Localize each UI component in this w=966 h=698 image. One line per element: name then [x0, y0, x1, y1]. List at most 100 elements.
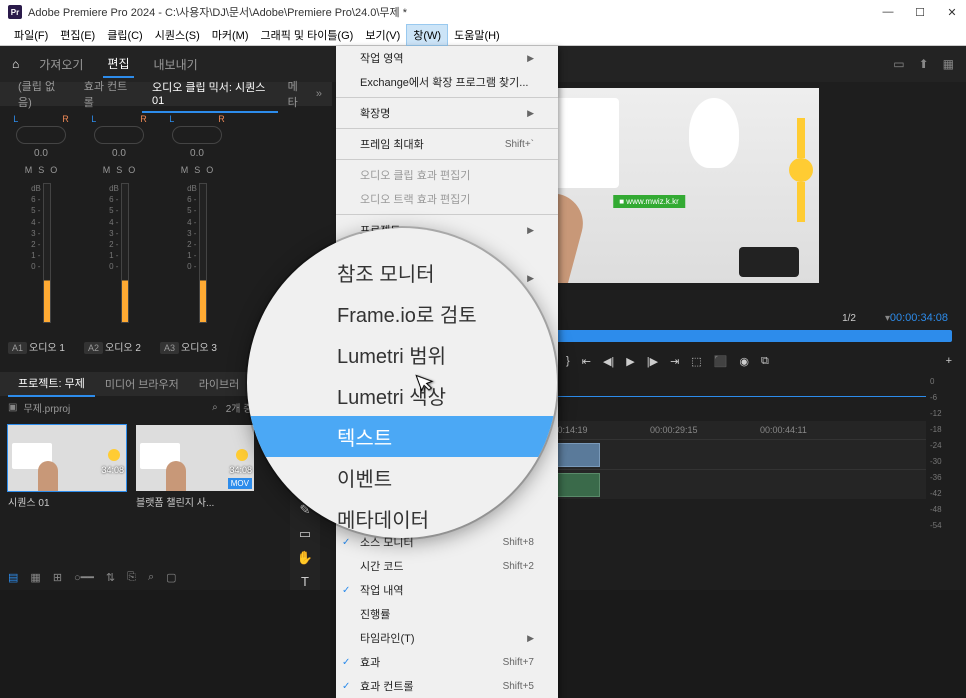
menu-4[interactable]: 마커(M)	[206, 25, 255, 45]
db-mark: -54	[930, 518, 962, 534]
step-back-icon[interactable]: ◀|	[603, 355, 614, 368]
magnified-item-4[interactable]: 텍스트	[247, 416, 557, 457]
type-tool-icon[interactable]: T	[301, 574, 309, 589]
menu-item-27[interactable]: 타임라인(T)▶	[336, 626, 558, 650]
freeform-view-icon[interactable]: ⊞	[53, 571, 62, 584]
step-fwd-icon[interactable]: |▶	[647, 355, 658, 368]
preview-badge: ■ www.mwiz.k.kr	[613, 195, 685, 208]
export-frame-icon[interactable]: ◉	[739, 355, 749, 368]
menu-separator	[336, 214, 558, 215]
menu-separator	[336, 159, 558, 160]
go-in-icon[interactable]: ⇤	[582, 355, 591, 368]
db-mark: -12	[930, 406, 962, 422]
menu-6[interactable]: 보기(V)	[359, 25, 406, 45]
db-mark: -18	[930, 422, 962, 438]
db-mark: -42	[930, 486, 962, 502]
menubar: 파일(F)편집(E)클립(C)시퀀스(S)마커(M)그래픽 및 타이틀(G)보기…	[0, 24, 966, 46]
menu-0[interactable]: 파일(F)	[8, 25, 54, 45]
menu-item-1[interactable]: Exchange에서 확장 프로그램 찾기...	[336, 70, 558, 94]
panel-menu-icon[interactable]: »	[316, 88, 332, 100]
channel-name-2: A3오디오 3	[160, 339, 232, 354]
maximize-button[interactable]: ☐	[914, 6, 926, 19]
tab-project[interactable]: 프로젝트: 무제	[8, 371, 95, 397]
bin-icon: ▣	[8, 402, 17, 413]
menu-item-25[interactable]: ✓작업 내역	[336, 578, 558, 602]
db-mark: 0	[930, 374, 962, 390]
ruler-tick: 00:00:44:11	[760, 425, 807, 435]
window-title: Adobe Premiere Pro 2024 - C:\사용자\DJ\문서\A…	[28, 4, 407, 20]
master-meter: 0-6-12-18-24-30-36-42-48-54	[926, 370, 966, 538]
compare-icon[interactable]: ⧉	[761, 355, 769, 368]
sort-icon[interactable]: ⇅	[106, 571, 115, 584]
automate-icon[interactable]: ⎘	[127, 571, 136, 584]
tab-media-browser[interactable]: 미디어 브라우저	[95, 372, 189, 396]
menu-3[interactable]: 시퀀스(S)	[149, 25, 206, 45]
minimize-button[interactable]: —	[882, 6, 894, 19]
go-out-icon[interactable]: ⇥	[670, 355, 679, 368]
ruler-tick: 00:00:29:15	[650, 425, 698, 435]
project-clip-0[interactable]: 34:08 시퀀스 01	[8, 425, 126, 512]
channel-name-1: A2오디오 2	[84, 339, 156, 354]
extract-icon[interactable]: ⬛	[714, 355, 728, 368]
zoom-level[interactable]: 1/2	[842, 313, 856, 324]
menu-1[interactable]: 편집(E)	[54, 25, 101, 45]
menu-separator	[336, 128, 558, 129]
menu-7[interactable]: 창(W)	[406, 24, 448, 46]
magnified-item-3[interactable]: Lumetri 색상	[247, 375, 557, 416]
db-mark: -24	[930, 438, 962, 454]
menu-item-3[interactable]: 확장명▶	[336, 101, 558, 125]
db-mark: -48	[930, 502, 962, 518]
menu-item-29[interactable]: ✓효과 컨트롤Shift+5	[336, 674, 558, 698]
magnified-item-0[interactable]: 참조 모니터	[247, 252, 557, 293]
magnifier-overlay: 참조 모니터Frame.io로 검토Lumetri 범위Lumetri 색상텍스…	[247, 228, 557, 538]
home-icon[interactable]: ⌂	[12, 57, 19, 71]
new-bin-icon[interactable]: ▢	[166, 571, 176, 584]
project-clip-1[interactable]: 34:08 MOV 블랫폼 챌린지 사...	[136, 425, 254, 512]
search-icon[interactable]: ⌕	[212, 402, 218, 413]
menu-item-8: 오디오 트랙 효과 편집기	[336, 187, 558, 211]
menu-item-28[interactable]: ✓효과Shift+7	[336, 650, 558, 674]
workspace-icon[interactable]: ▦	[943, 57, 954, 71]
menu-item-0[interactable]: 작업 영역▶	[336, 46, 558, 70]
menu-5[interactable]: 그래픽 및 타이틀(G)	[254, 25, 359, 45]
tab-libraries[interactable]: 라이브러	[189, 372, 249, 396]
tab-import[interactable]: 가져오기	[35, 52, 87, 77]
db-mark: -36	[930, 470, 962, 486]
lift-icon[interactable]: ⬚	[691, 355, 701, 368]
menu-item-5[interactable]: 프레임 최대화Shift+`	[336, 132, 558, 156]
preview-watch-graphic	[789, 158, 813, 182]
menu-item-24[interactable]: 시간 코드Shift+2	[336, 554, 558, 578]
menu-item-26[interactable]: 진행률	[336, 602, 558, 626]
quickexport-icon[interactable]: ⬆	[919, 57, 929, 71]
close-button[interactable]: ✕	[946, 6, 958, 19]
source-panel-tabs: (클립 없음) 효과 컨트롤 오디오 클립 믹서: 시퀀스 01 메타 »	[0, 82, 332, 106]
magnified-item-1[interactable]: Frame.io로 검토	[247, 293, 557, 334]
fullscreen-icon[interactable]: ▭	[893, 57, 904, 71]
magnified-item-2[interactable]: Lumetri 범위	[247, 334, 557, 375]
menu-separator	[336, 97, 558, 98]
db-mark: -6	[930, 390, 962, 406]
window-titlebar: Pr Adobe Premiere Pro 2024 - C:\사용자\DJ\문…	[0, 0, 966, 24]
hand-tool-icon[interactable]: ✋	[297, 550, 313, 566]
zoom-slider[interactable]: ○━━	[74, 571, 94, 584]
magnified-item-6[interactable]: ✓메타데이터	[247, 498, 557, 538]
magnified-item-5[interactable]: 이벤트	[247, 457, 557, 498]
preview-phone-graphic	[739, 247, 799, 277]
mixer-channel-0[interactable]: LR 0.0 MSO dB6 -5 -4 -3 -2 -1 -0 -	[4, 114, 78, 327]
menu-2[interactable]: 클립(C)	[101, 25, 149, 45]
play-icon[interactable]: ▶	[626, 355, 634, 368]
channel-name-0: A1오디오 1	[8, 339, 80, 354]
mark-out-icon[interactable]: }	[566, 355, 570, 368]
list-view-icon[interactable]: ▤	[8, 571, 18, 584]
mixer-channel-1[interactable]: LR 0.0 MSO dB6 -5 -4 -3 -2 -1 -0 -	[82, 114, 156, 327]
tab-export[interactable]: 내보내기	[150, 52, 202, 77]
mixer-channel-2[interactable]: LR 0.0 MSO dB6 -5 -4 -3 -2 -1 -0 -	[160, 114, 234, 327]
menu-8[interactable]: 도움말(H)	[448, 25, 506, 45]
button-editor-icon[interactable]: +	[946, 355, 952, 367]
find-icon[interactable]: ⌕	[148, 571, 154, 584]
icon-view-icon[interactable]: ▦	[30, 571, 40, 584]
program-timecode[interactable]: 00:00:34:08	[890, 312, 948, 324]
app-icon: Pr	[8, 5, 22, 19]
db-mark: -30	[930, 454, 962, 470]
project-filename: 무제.prproj	[23, 400, 70, 415]
